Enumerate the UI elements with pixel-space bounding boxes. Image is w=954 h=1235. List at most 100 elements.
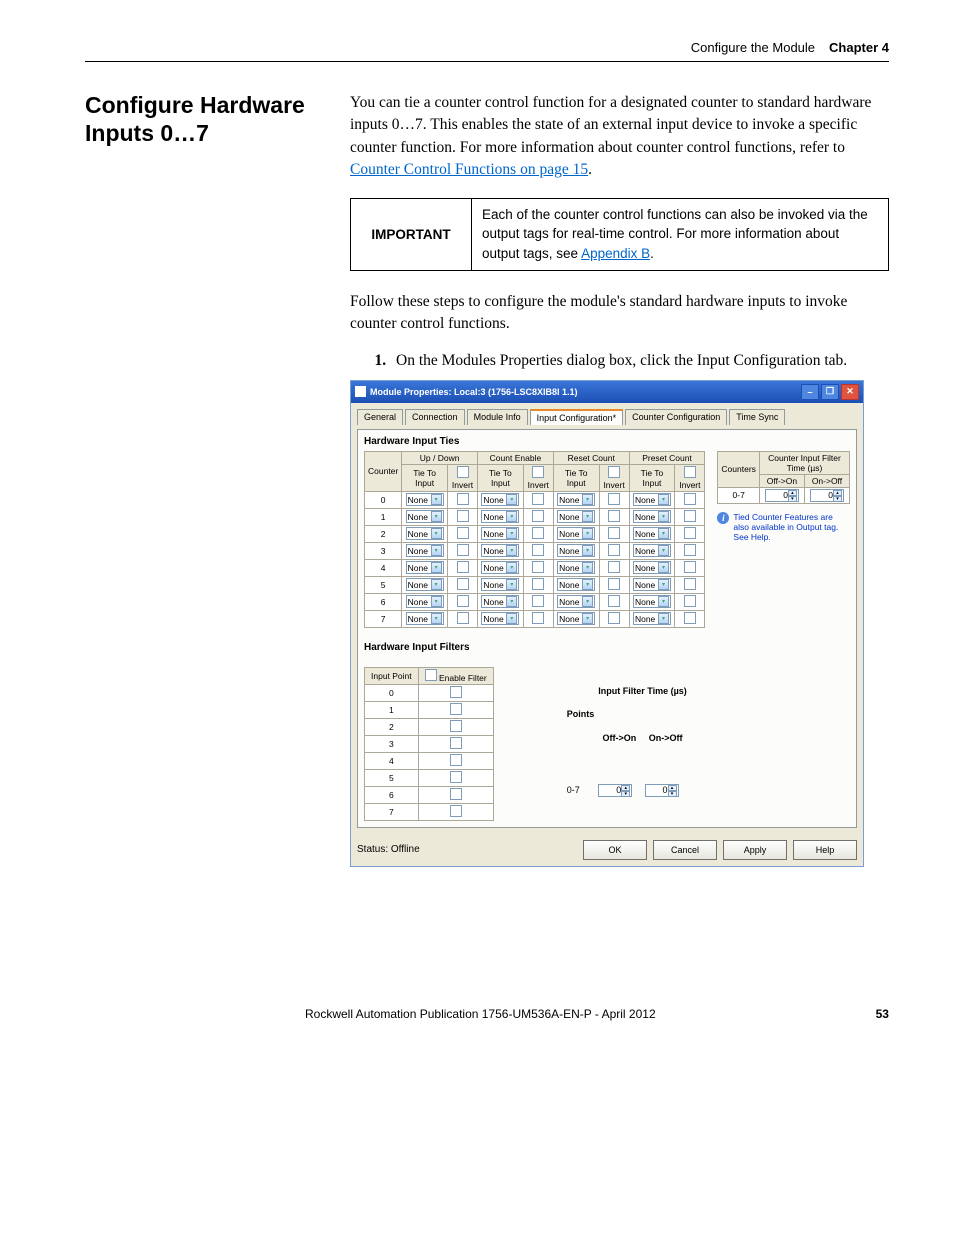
tab-strip: General Connection Module Info Input Con… [357,409,857,425]
apply-button[interactable]: Apply [723,840,787,860]
invert-checkbox[interactable] [608,544,620,556]
input-onoff-spinner[interactable]: 0▴▾ [645,784,679,797]
invert-checkbox[interactable] [608,510,620,522]
tie-dropdown[interactable]: None▾ [633,578,671,591]
invert-checkbox[interactable] [457,578,469,590]
important-label: IMPORTANT [351,198,472,270]
enable-filter-checkbox[interactable] [450,686,462,698]
cancel-button[interactable]: Cancel [653,840,717,860]
enable-filter-checkbox[interactable] [450,737,462,749]
tie-dropdown[interactable]: None▾ [406,493,444,506]
tie-dropdown[interactable]: None▾ [406,510,444,523]
invert-checkbox[interactable] [684,612,696,624]
enable-filter-checkbox[interactable] [450,788,462,800]
invert-checkbox[interactable] [457,527,469,539]
tie-dropdown[interactable]: None▾ [633,561,671,574]
invert-checkbox[interactable] [532,510,544,522]
tie-dropdown[interactable]: None▾ [557,561,595,574]
invert-checkbox[interactable] [684,578,696,590]
tie-dropdown[interactable]: None▾ [557,527,595,540]
minimize-button[interactable]: – [801,384,819,400]
tie-dropdown[interactable]: None▾ [481,612,519,625]
invert-checkbox[interactable] [457,595,469,607]
tie-dropdown[interactable]: None▾ [406,595,444,608]
enable-filter-checkbox[interactable] [450,805,462,817]
counter-filter-table: CountersCounter Input Filter Time (µs) O… [717,451,850,504]
tie-dropdown[interactable]: None▾ [481,493,519,506]
tie-dropdown[interactable]: None▾ [557,578,595,591]
tie-dropdown[interactable]: None▾ [633,493,671,506]
invert-checkbox[interactable] [608,612,620,624]
invert-checkbox[interactable] [532,595,544,607]
follow-paragraph: Follow these steps to configure the modu… [350,291,889,336]
ok-button[interactable]: OK [583,840,647,860]
invert-checkbox[interactable] [684,561,696,573]
tie-dropdown[interactable]: None▾ [633,544,671,557]
help-button[interactable]: Help [793,840,857,860]
input-offon-spinner[interactable]: 0▴▾ [598,784,632,797]
tie-dropdown[interactable]: None▾ [406,527,444,540]
tie-dropdown[interactable]: None▾ [557,595,595,608]
close-button[interactable]: ✕ [841,384,859,400]
counter-offon-spinner[interactable]: 0▴▾ [765,489,799,502]
tie-dropdown[interactable]: None▾ [481,544,519,557]
tie-dropdown[interactable]: None▾ [406,578,444,591]
invert-checkbox[interactable] [457,544,469,556]
tie-dropdown[interactable]: None▾ [633,527,671,540]
tie-dropdown[interactable]: None▾ [633,510,671,523]
invert-checkbox[interactable] [532,578,544,590]
invert-checkbox[interactable] [608,595,620,607]
invert-checkbox[interactable] [608,561,620,573]
window-icon [355,386,366,397]
enable-filter-checkbox[interactable] [450,771,462,783]
tab-module-info[interactable]: Module Info [467,409,528,425]
tab-counter-configuration[interactable]: Counter Configuration [625,409,727,425]
tie-dropdown[interactable]: None▾ [406,612,444,625]
invert-checkbox[interactable] [457,510,469,522]
tie-dropdown[interactable]: None▾ [481,510,519,523]
link-appendix-b[interactable]: Appendix B [581,246,650,261]
invert-checkbox[interactable] [684,493,696,505]
tie-dropdown[interactable]: None▾ [481,561,519,574]
tab-connection[interactable]: Connection [405,409,465,425]
invert-checkbox[interactable] [684,510,696,522]
steps-list: On the Modules Properties dialog box, cl… [350,352,889,370]
invert-checkbox[interactable] [532,561,544,573]
invert-checkbox[interactable] [532,612,544,624]
tie-dropdown[interactable]: None▾ [557,612,595,625]
invert-checkbox[interactable] [608,493,620,505]
tie-dropdown[interactable]: None▾ [406,561,444,574]
enable-filter-checkbox[interactable] [450,720,462,732]
link-counter-control[interactable]: Counter Control Functions on page 15 [350,161,588,178]
tie-dropdown[interactable]: None▾ [481,527,519,540]
enable-filter-checkbox[interactable] [450,703,462,715]
footer-publication: Rockwell Automation Publication 1756-UM5… [305,1007,656,1021]
tab-input-configuration[interactable]: Input Configuration* [530,409,624,425]
tie-dropdown[interactable]: None▾ [557,493,595,506]
invert-checkbox[interactable] [684,544,696,556]
hw-ties-label: Hardware Input Ties [364,436,850,447]
invert-checkbox[interactable] [457,561,469,573]
tie-dropdown[interactable]: None▾ [481,578,519,591]
tie-dropdown[interactable]: None▾ [633,612,671,625]
maximize-button[interactable]: ❐ [821,384,839,400]
invert-checkbox[interactable] [532,527,544,539]
tab-general[interactable]: General [357,409,403,425]
invert-checkbox[interactable] [457,493,469,505]
tie-dropdown[interactable]: None▾ [557,510,595,523]
invert-checkbox[interactable] [532,544,544,556]
counter-onoff-spinner[interactable]: 0▴▾ [810,489,844,502]
tie-dropdown[interactable]: None▾ [633,595,671,608]
invert-checkbox[interactable] [684,595,696,607]
tie-dropdown[interactable]: None▾ [557,544,595,557]
invert-checkbox[interactable] [608,578,620,590]
invert-checkbox[interactable] [457,612,469,624]
invert-checkbox[interactable] [532,493,544,505]
tie-dropdown[interactable]: None▾ [406,544,444,557]
tie-dropdown[interactable]: None▾ [481,595,519,608]
invert-checkbox[interactable] [608,527,620,539]
hw-filters-label: Hardware Input Filters [364,642,850,653]
invert-checkbox[interactable] [684,527,696,539]
enable-filter-checkbox[interactable] [450,754,462,766]
tab-time-sync[interactable]: Time Sync [729,409,785,425]
